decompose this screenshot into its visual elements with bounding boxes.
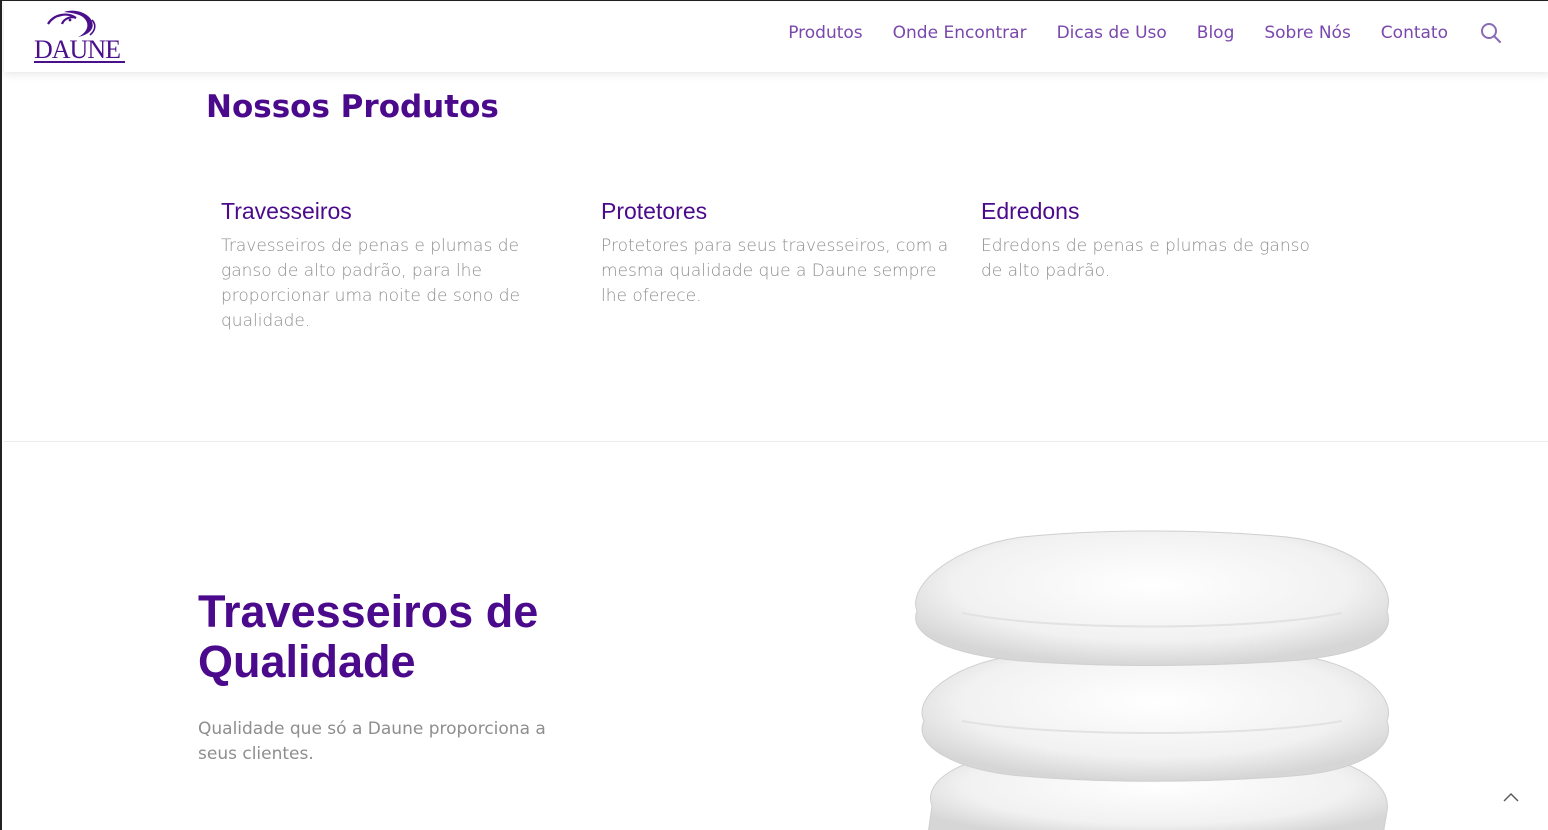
nav-item-sobre-nos[interactable]: Sobre Nós [1264,23,1350,43]
hero-title-line1: Travesseiros de [198,586,539,637]
hero-title-line2: Qualidade [198,636,416,687]
page: DAUNE Produtos Onde Encontrar Dicas de U… [0,0,1548,830]
nav-item-onde-encontrar[interactable]: Onde Encontrar [893,23,1027,43]
product-description: Edredons de penas e plumas de ganso de a… [981,236,1310,281]
main-nav: Produtos Onde Encontrar Dicas de Uso Blo… [758,2,1502,64]
product-card-travesseiros[interactable]: Travesseiros Travesseiros de penas e plu… [221,198,571,334]
nav-item-dicas-de-uso[interactable]: Dicas de Uso [1057,23,1167,43]
hero-subtitle: Qualidade que só a Daune proporciona a s… [198,719,546,764]
product-card-protetores[interactable]: Protetores Protetores para seus travesse… [601,198,951,309]
nav-item-blog[interactable]: Blog [1197,23,1235,43]
product-description: Protetores para seus travesseiros, com a… [601,236,949,306]
pillows-image [915,530,1389,830]
product-description: Travesseiros de penas e plumas de ganso … [221,236,520,331]
nav-item-produtos[interactable]: Produtos [788,23,862,43]
site-header: DAUNE Produtos Onde Encontrar Dicas de U… [4,2,1548,72]
chevron-up-icon[interactable] [1496,783,1526,813]
section-title-nossos-produtos: Nossos Produtos [206,89,499,125]
product-card-edredons[interactable]: Edredons Edredons de penas e plumas de g… [981,198,1331,284]
nav-item-contato[interactable]: Contato [1381,23,1448,43]
search-icon[interactable] [1480,22,1502,44]
product-title[interactable]: Travesseiros [221,198,571,225]
hero-title: Travesseiros de Qualidade [198,587,538,687]
product-title[interactable]: Protetores [601,198,951,225]
daune-logo[interactable]: DAUNE [34,10,128,66]
section-divider [4,441,1548,442]
logo-wordmark: DAUNE [34,35,121,64]
logo-underline [34,61,125,63]
product-title[interactable]: Edredons [981,198,1331,225]
